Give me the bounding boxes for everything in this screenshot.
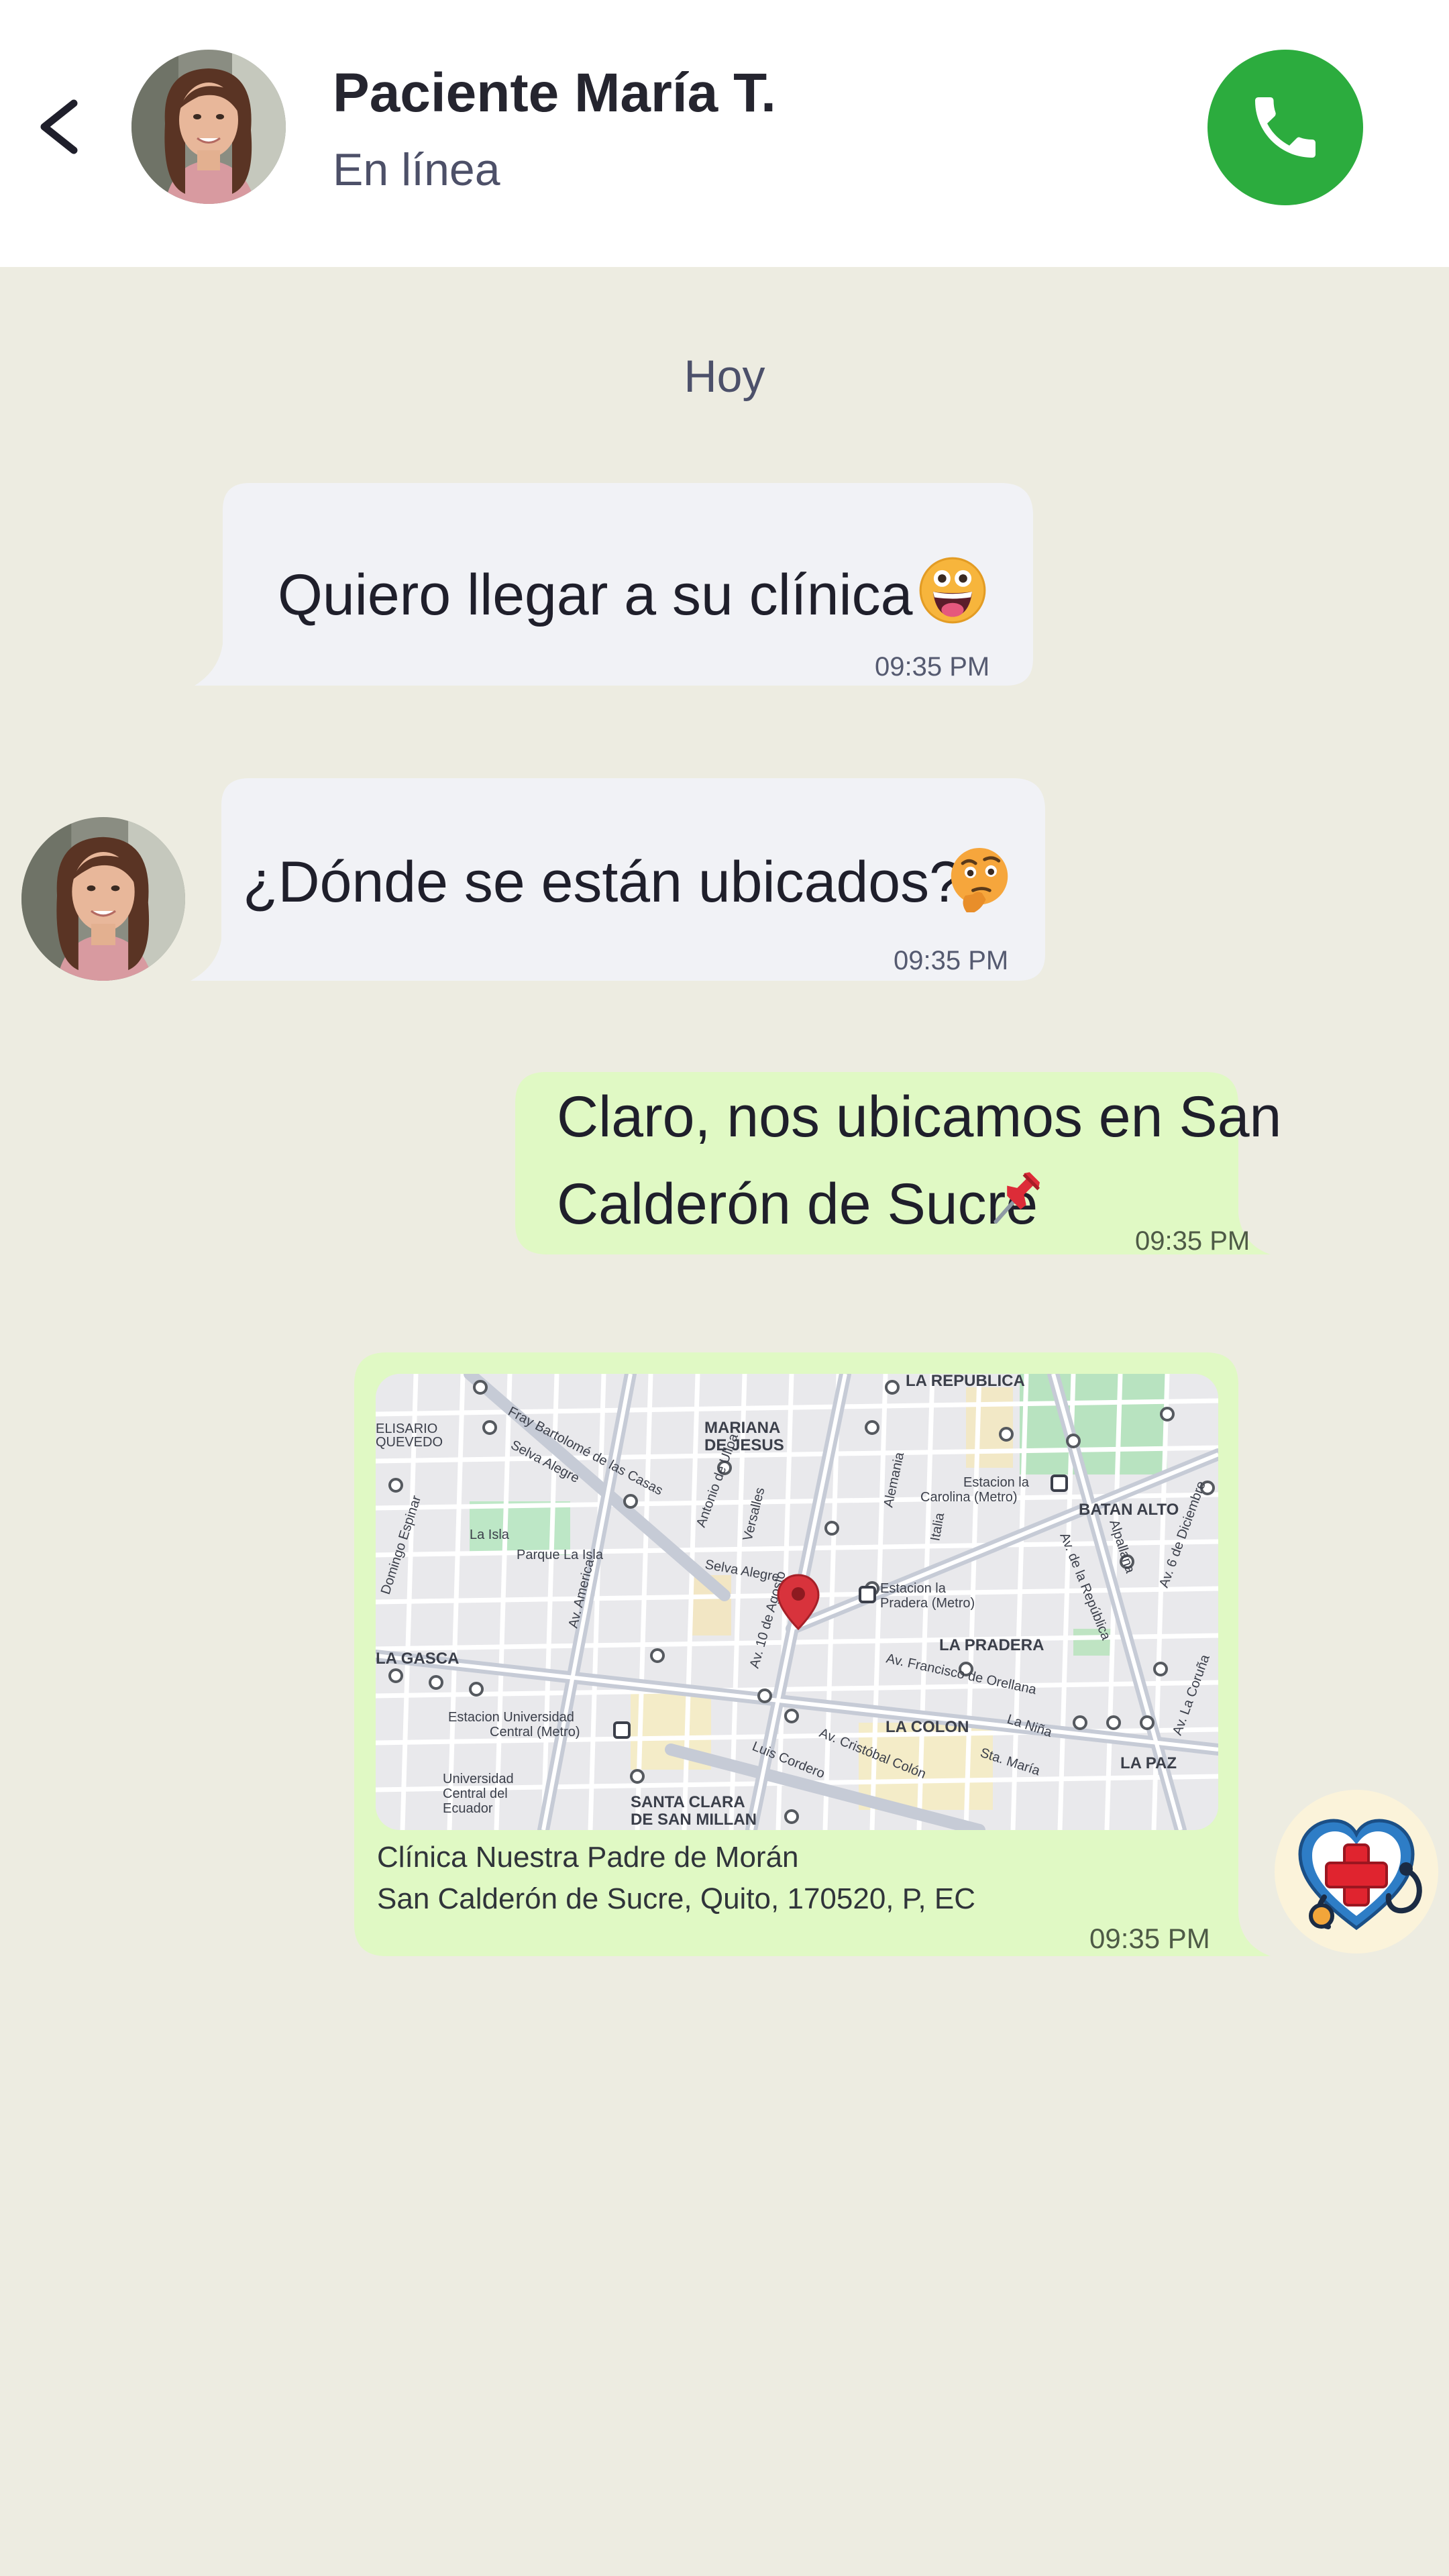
message-time: 09:35 PM [894, 946, 1009, 975]
map-label: ELISARIO [376, 1421, 437, 1436]
medical-heart-icon [1298, 1819, 1422, 1931]
contact-name: Paciente María T. [333, 62, 776, 123]
map-label: Estacion la [880, 1581, 947, 1596]
map-label: QUEVEDO [376, 1435, 443, 1450]
phone-icon [1255, 97, 1316, 158]
location-map[interactable]: LA REPUBLICA MARIANA DE JESUS BATAN ALTO… [376, 1374, 1218, 1830]
map-label: Central (Metro) [490, 1725, 580, 1739]
location-address: San Calderón de Sucre, Quito, 170520, P,… [377, 1882, 975, 1915]
map-canvas: LA REPUBLICA MARIANA DE JESUS BATAN ALTO… [376, 1374, 1218, 1830]
map-label: Universidad [443, 1772, 514, 1786]
map-label: SANTA CLARA [631, 1793, 745, 1811]
map-label: Estacion Universidad [448, 1710, 574, 1725]
map-label: DE JESUS [704, 1436, 784, 1454]
sender-avatar[interactable] [21, 817, 185, 981]
incoming-message[interactable]: ¿Dónde se están ubicados? 09:35 PM [191, 778, 1045, 981]
outgoing-message[interactable]: Claro, nos ubicamos en San Calderón de S… [515, 1072, 1281, 1256]
map-label: Central del [443, 1786, 508, 1801]
map-label: LA PAZ [1120, 1754, 1177, 1772]
map-label: LA REPUBLICA [906, 1374, 1025, 1390]
call-button[interactable] [1208, 50, 1363, 205]
map-label: Pradera (Metro) [880, 1596, 975, 1611]
message-time: 09:35 PM [875, 652, 990, 682]
message-time: 09:35 PM [1089, 1923, 1210, 1954]
message-text: Quiero llegar a su clínica [278, 563, 913, 627]
message-text: ¿Dónde se están ubicados? [243, 850, 961, 914]
pushpin-emoji [994, 1172, 1040, 1224]
chevron-left-icon [40, 99, 78, 154]
map-label: DE SAN MILLAN [631, 1811, 757, 1829]
message-text-line-1: Claro, nos ubicamos en San [557, 1085, 1282, 1149]
map-label: Carolina (Metro) [920, 1490, 1017, 1505]
map-label: BATAN ALTO [1079, 1501, 1179, 1519]
date-divider: Hoy [684, 351, 765, 402]
back-button[interactable] [32, 90, 86, 164]
contact-status: En línea [333, 144, 500, 195]
message-time: 09:35 PM [1135, 1226, 1250, 1256]
map-label: Ecuador [443, 1801, 493, 1816]
thinking-emoji [951, 848, 1008, 912]
map-label: MARIANA [704, 1419, 780, 1437]
contact-avatar[interactable] [131, 50, 286, 204]
chat-header: Paciente María T. En línea [0, 0, 1449, 267]
map-label: LA GASCA [376, 1650, 459, 1668]
grinning-tongue-emoji [919, 557, 986, 624]
incoming-message[interactable]: Quiero llegar a su clínica 09:35 PM [195, 483, 1033, 686]
clinic-avatar[interactable] [1275, 1790, 1438, 1953]
map-label: LA PRADERA [939, 1636, 1044, 1654]
message-text-line-2: Calderón de Sucre [557, 1172, 1038, 1236]
location-name: Clínica Nuestra Padre de Morán [377, 1841, 799, 1874]
map-label: LA COLON [885, 1718, 969, 1736]
map-label: Estacion la [963, 1475, 1030, 1490]
map-label: La Isla [470, 1527, 510, 1542]
